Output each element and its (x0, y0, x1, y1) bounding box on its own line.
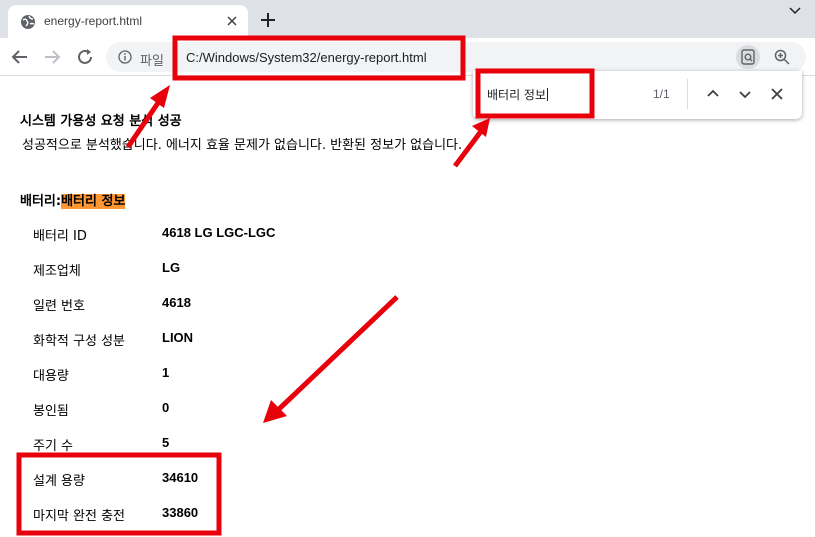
battery-heading: 배터리:배터리 정보 (20, 190, 126, 209)
row-value: LION (162, 330, 194, 345)
zoom-icon[interactable] (773, 48, 791, 66)
find-match-count: 1/1 (653, 87, 670, 101)
row-label: 마지막 완전 충전 (33, 509, 125, 524)
lens-icon[interactable] (739, 48, 757, 66)
plus-icon[interactable] (259, 11, 277, 29)
section-title: 시스템 가용성 요청 분석 성공 (20, 114, 182, 129)
close-icon[interactable] (224, 13, 240, 29)
row-label: 제조업체 (33, 264, 81, 279)
find-input[interactable]: 배터리 정보 (487, 86, 549, 103)
url-text[interactable]: C:/Windows/System32/energy-report.html (186, 50, 427, 65)
chevron-up-icon[interactable] (705, 86, 721, 102)
find-bar: 배터리 정보 1/1 (473, 71, 802, 119)
row-label: 배터리 ID (33, 229, 87, 244)
row-value: LG (162, 260, 181, 275)
text-caret (547, 88, 549, 101)
back-arrow-icon[interactable] (10, 47, 30, 67)
address-bar[interactable]: 파일 C:/Windows/System32/energy-report.htm… (106, 42, 806, 72)
chevron-down-icon[interactable] (788, 4, 802, 18)
scheme-label: 파일 (140, 54, 164, 69)
browser-tab[interactable]: energy-report.html (8, 5, 248, 38)
row-label: 주기 수 (33, 439, 74, 454)
row-value: 34610 (162, 470, 199, 485)
globe-icon (21, 15, 35, 29)
row-label: 대용량 (33, 369, 69, 384)
find-match-highlight: 배터리 정보 (61, 194, 126, 209)
arrow-to-capacity (263, 295, 399, 423)
chevron-down-icon[interactable] (737, 86, 753, 102)
row-value: 33860 (162, 505, 199, 520)
tab-strip: energy-report.html (0, 0, 815, 38)
row-value: 0 (162, 400, 170, 415)
info-icon[interactable] (118, 50, 132, 64)
row-label: 일련 번호 (33, 299, 85, 314)
row-value: 5 (162, 435, 170, 450)
row-value: 1 (162, 365, 170, 380)
battery-heading-prefix: 배터리: (20, 194, 62, 209)
section-description: 성공적으로 분석했습니다. 에너지 효율 문제가 없습니다. 반환된 정보가 없… (22, 138, 463, 153)
reload-icon[interactable] (75, 47, 95, 67)
tab-title: energy-report.html (44, 14, 143, 28)
row-label: 봉인됨 (33, 404, 69, 419)
row-label: 화학적 구성 성분 (33, 334, 125, 349)
row-label: 설계 용량 (33, 474, 85, 489)
row-value: 4618 (162, 295, 191, 310)
find-divider (687, 79, 688, 109)
row-value: 4618 LG LGC-LGC (162, 225, 276, 240)
close-icon[interactable] (769, 86, 785, 102)
forward-arrow-icon[interactable] (42, 47, 62, 67)
find-query: 배터리 정보 (487, 88, 547, 102)
